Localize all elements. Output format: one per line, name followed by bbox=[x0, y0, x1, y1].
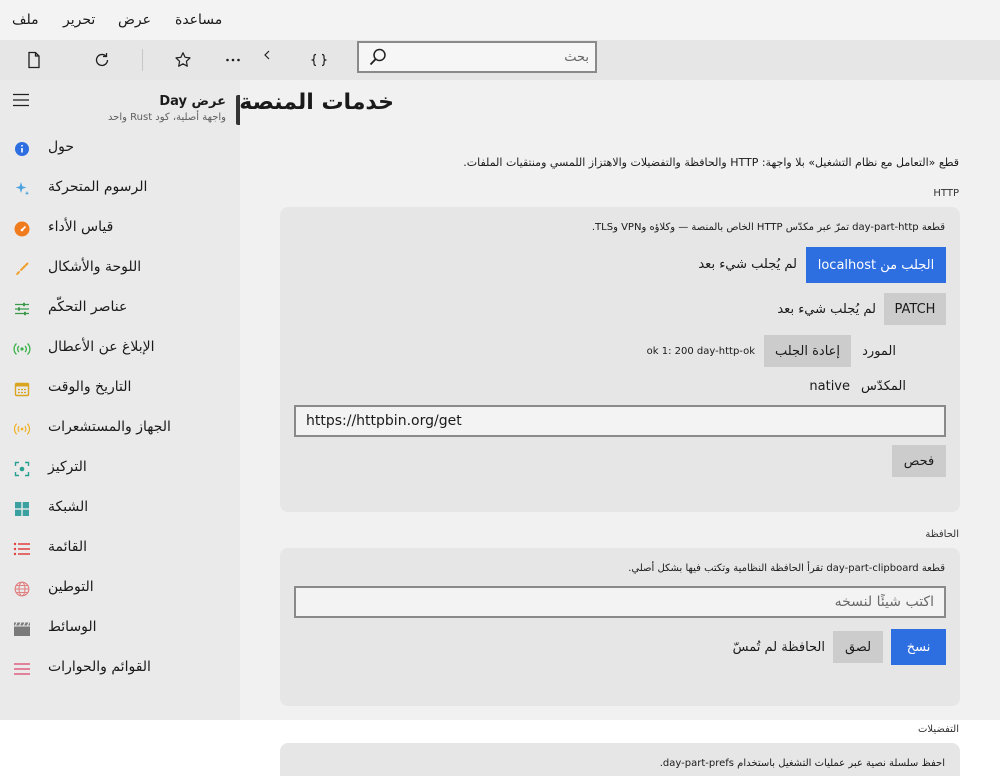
sidebar-item-label: حول bbox=[48, 139, 75, 155]
page-description: قطع «التعامل مع نظام التشغيل» بلا واجهة:… bbox=[463, 156, 959, 169]
sidebar-item-label: الشبكة bbox=[48, 499, 89, 515]
grid-icon bbox=[12, 499, 32, 519]
sidebar-item[interactable]: الوسائط bbox=[0, 609, 240, 649]
patch-status: لم يُجلب شيء بعد bbox=[777, 302, 876, 317]
refetch-button[interactable]: إعادة الجلب bbox=[764, 335, 851, 367]
sidebar-item[interactable]: اللوحة والأشكال bbox=[0, 249, 240, 289]
section-label-http: HTTP bbox=[933, 188, 959, 199]
sidebar-item-label: عناصر التحكّم bbox=[48, 299, 128, 315]
sensor-icon bbox=[12, 419, 32, 439]
clapper-icon bbox=[12, 619, 32, 639]
menu-file[interactable]: ملف bbox=[12, 12, 39, 28]
sidebar-item[interactable]: الجهاز والمستشعرات bbox=[0, 409, 240, 449]
sidebar-item[interactable]: التركيز bbox=[0, 449, 240, 489]
list-icon bbox=[12, 539, 32, 559]
sidebar-item-label: القائمة bbox=[48, 539, 87, 555]
fetch-localhost-button[interactable]: الجلب من localhost bbox=[806, 247, 946, 283]
resource-label: المورد bbox=[862, 344, 896, 359]
sidebar-item[interactable]: عناصر التحكّم bbox=[0, 289, 240, 329]
sidebar-item[interactable]: القائمة bbox=[0, 529, 240, 569]
sidebar-item-label: الوسائط bbox=[48, 619, 97, 635]
document-icon[interactable] bbox=[22, 48, 46, 72]
refresh-icon[interactable] bbox=[90, 48, 114, 72]
hamburger-menu-icon[interactable] bbox=[12, 92, 30, 107]
sidebar-item[interactable]: حول bbox=[0, 129, 240, 169]
chevron-left-icon[interactable] bbox=[255, 43, 279, 67]
info-icon bbox=[12, 139, 32, 159]
app-subtitle: واجهة أصلية، كود Rust واحد bbox=[107, 112, 226, 123]
menu-lines-icon bbox=[12, 659, 32, 679]
resource-value: ok 1: 200 day-http-ok bbox=[646, 346, 755, 357]
patch-button[interactable]: PATCH bbox=[884, 293, 946, 325]
url-field[interactable] bbox=[294, 405, 946, 437]
star-icon[interactable] bbox=[171, 48, 195, 72]
page-title: خدمات المنصة bbox=[239, 90, 394, 115]
app-title: عرض Day bbox=[159, 94, 226, 109]
calendar-icon bbox=[12, 379, 32, 399]
paste-button[interactable]: لصق bbox=[833, 631, 883, 663]
clipboard-status: الحافظة لم تُمسّ bbox=[732, 640, 825, 655]
stack-label: المكدّس bbox=[861, 379, 906, 394]
menu-view[interactable]: عرض bbox=[118, 12, 151, 28]
section-label-prefs: التفضيلات bbox=[918, 724, 959, 735]
sidebar: عرض Day واجهة أصلية، كود Rust واحد حول ال… bbox=[0, 80, 240, 720]
globe-icon bbox=[12, 579, 32, 599]
sidebar-item-label: القوائم والحوارات bbox=[48, 659, 151, 675]
copy-button[interactable]: نسخ bbox=[891, 629, 946, 665]
sidebar-item[interactable]: الرسوم المتحركة bbox=[0, 169, 240, 209]
check-button[interactable]: فحص bbox=[892, 445, 946, 477]
sidebar-item-label: التركيز bbox=[48, 459, 87, 475]
sidebar-item[interactable]: التاريخ والوقت bbox=[0, 369, 240, 409]
clipboard-card-description: قطعة day-part-clipboard تقرأ الحافظة الن… bbox=[628, 563, 945, 574]
menu-edit[interactable]: تحرير bbox=[63, 12, 95, 28]
toolbar-separator bbox=[142, 49, 143, 71]
sidebar-item-label: التوطين bbox=[48, 579, 94, 595]
http-card-description: قطعة day-part-http تمرّ عبر مكدّس HTTP ا… bbox=[591, 222, 945, 233]
search-box bbox=[357, 41, 597, 73]
fetch-localhost-status: لم يُجلب شيء بعد bbox=[698, 257, 797, 272]
sidebar-item-label: الجهاز والمستشعرات bbox=[48, 419, 171, 435]
prefs-card-description: احفظ سلسلة نصية عبر عمليات التشغيل باستخ… bbox=[659, 758, 945, 769]
sliders-icon bbox=[12, 299, 32, 319]
sidebar-item-label: التاريخ والوقت bbox=[48, 379, 132, 395]
sidebar-item[interactable]: القوائم والحوارات bbox=[0, 649, 240, 689]
brush-icon bbox=[12, 259, 32, 279]
broadcast-icon bbox=[12, 339, 32, 359]
stack-value: native bbox=[809, 379, 850, 394]
gauge-icon bbox=[12, 219, 32, 239]
more-icon[interactable] bbox=[221, 48, 245, 72]
sidebar-item[interactable]: قياس الأداء bbox=[0, 209, 240, 249]
focus-icon bbox=[12, 459, 32, 479]
sidebar-item[interactable]: التوطين bbox=[0, 569, 240, 609]
sidebar-item-label: الرسوم المتحركة bbox=[48, 179, 148, 195]
menu-bar: ملف تحرير عرض مساعدة bbox=[0, 0, 1000, 40]
clipboard-input[interactable] bbox=[294, 586, 946, 618]
sidebar-item-label: اللوحة والأشكال bbox=[48, 259, 142, 275]
braces-icon[interactable] bbox=[307, 48, 331, 72]
menu-help[interactable]: مساعدة bbox=[175, 12, 222, 28]
sparkle-icon bbox=[12, 179, 32, 199]
sidebar-item-label: الإبلاغ عن الأعطال bbox=[48, 339, 155, 355]
sidebar-item[interactable]: الشبكة bbox=[0, 489, 240, 529]
sidebar-item-label: قياس الأداء bbox=[48, 219, 114, 235]
search-input[interactable] bbox=[393, 47, 589, 67]
sidebar-item[interactable]: الإبلاغ عن الأعطال bbox=[0, 329, 240, 369]
section-label-clipboard: الحافظة bbox=[925, 529, 959, 540]
search-icon[interactable] bbox=[368, 47, 388, 71]
